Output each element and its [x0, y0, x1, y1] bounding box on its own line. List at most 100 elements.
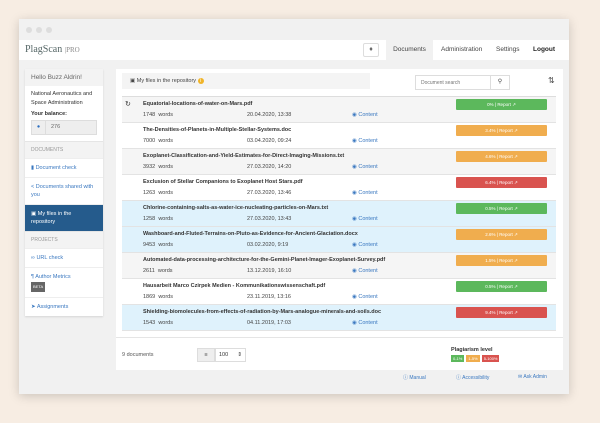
- greeting: Hello Buzz Aldrin!: [25, 69, 103, 86]
- sidebar-item-my-files[interactable]: ▣ My files in the repository: [25, 204, 103, 231]
- table-row[interactable]: Exclusion of Stellar Companions to Exopl…: [122, 175, 556, 201]
- sidebar-item-document-check[interactable]: ▮ Document check: [25, 158, 103, 177]
- external-link-icon: ↗: [513, 232, 518, 237]
- content-link[interactable]: ◉ Content: [352, 164, 378, 170]
- plagiarism-score: 4.6%: [485, 154, 496, 159]
- sidebar-item-label: URL check: [36, 255, 64, 261]
- external-link-icon: ↗: [513, 128, 518, 133]
- document-name[interactable]: Exoplanet-Classification-and-Yield-Estim…: [143, 153, 344, 159]
- sidebar-item-url-check[interactable]: ∞ URL check: [25, 248, 103, 267]
- sidebar-item-author-metrics[interactable]: ¶ Author Metrics BETA: [25, 267, 103, 297]
- table-row[interactable]: Automated-data-processing-architecture-f…: [122, 253, 556, 279]
- close-dot[interactable]: [26, 27, 32, 33]
- content-link[interactable]: ◉ Content: [352, 138, 378, 144]
- report-button[interactable]: 9.4% | Report ↗: [456, 307, 547, 318]
- list-footer: 9 documents ≡ 100 ⇕ Plagiarism level 0-1% 1…: [116, 337, 563, 362]
- eye-icon: ◉: [352, 216, 357, 222]
- word-count: 7000 words: [143, 138, 173, 144]
- sort-icon[interactable]: ⇅: [548, 76, 555, 85]
- table-row[interactable]: ↻ Equatorial-locations-of-water-on-Mars.p…: [122, 97, 556, 123]
- nav-settings[interactable]: Settings: [490, 40, 526, 60]
- document-name[interactable]: Automated-data-processing-architecture-f…: [143, 257, 385, 263]
- logo[interactable]: PlagScan |PRO: [25, 44, 80, 55]
- content-link[interactable]: ◉ Content: [352, 190, 378, 196]
- table-row[interactable]: Exoplanet-Classification-and-Yield-Estim…: [122, 149, 556, 175]
- nav-documents[interactable]: Documents: [386, 40, 433, 60]
- external-link-icon: ↗: [512, 102, 516, 107]
- balance-box: ● 276: [31, 120, 97, 135]
- nav-administration[interactable]: Administration: [435, 40, 488, 60]
- report-button[interactable]: 6.4% | Report ↗: [456, 177, 547, 188]
- sidebar-item-assignments[interactable]: ➤ Assignments: [25, 297, 103, 316]
- word-count: 3932 words: [143, 164, 173, 170]
- report-button[interactable]: 0.5% | Report ↗: [456, 203, 547, 214]
- legend-green: 0-1%: [451, 355, 465, 362]
- plagiarism-score: 6.4%: [485, 180, 496, 185]
- info-icon[interactable]: i: [197, 78, 204, 84]
- document-name[interactable]: Exclusion of Stellar Companions to Exopl…: [143, 179, 303, 185]
- beta-badge: BETA: [31, 282, 46, 292]
- content-label: Content: [358, 112, 378, 118]
- report-button[interactable]: 4.6% | Report ↗: [456, 151, 547, 162]
- words-label: words: [158, 190, 173, 196]
- word-count-value: 1543: [143, 320, 156, 326]
- report-button[interactable]: 3.4% | Report ↗: [456, 125, 547, 136]
- report-button[interactable]: 0.5% | Report ↗: [456, 281, 547, 292]
- report-label: Report: [499, 258, 513, 263]
- words-label: words: [158, 138, 173, 144]
- per-page-select[interactable]: 100 ⇕: [215, 348, 246, 362]
- report-label: Report: [497, 102, 511, 107]
- logo-text: PlagScan: [25, 44, 63, 55]
- words-label: words: [158, 216, 173, 222]
- table-row[interactable]: Washboard-and-Fluted-Terrains-on-Pluto-a…: [122, 227, 556, 253]
- reload-icon[interactable]: ↻: [125, 100, 131, 108]
- balance-label: Your balance:: [31, 111, 67, 117]
- content-link[interactable]: ◉ Content: [352, 294, 378, 300]
- ask-admin-link[interactable]: ✉ Ask Admin: [518, 374, 547, 380]
- search-box: ⚲: [415, 75, 510, 90]
- content-link[interactable]: ◉ Content: [352, 320, 378, 326]
- search-input[interactable]: [416, 76, 490, 89]
- report-button[interactable]: 0% | Report ↗: [456, 99, 547, 110]
- legend-orange: 1-5%: [466, 355, 480, 362]
- document-date: 27.03.2020, 14:20: [247, 164, 292, 170]
- document-name[interactable]: The-Densities-of-Planets-in-Multiple-Ste…: [143, 127, 291, 133]
- eye-icon: ◉: [352, 112, 357, 118]
- nav-logout[interactable]: Logout: [527, 40, 561, 60]
- table-row[interactable]: The-Densities-of-Planets-in-Multiple-Ste…: [122, 123, 556, 149]
- document-name[interactable]: Shielding-biomolecules-from-effects-of-r…: [143, 309, 381, 315]
- document-name[interactable]: Equatorial-locations-of-water-on-Mars.pd…: [143, 101, 252, 107]
- content-label: Content: [358, 190, 378, 196]
- words-label: words: [158, 320, 173, 326]
- document-name[interactable]: Washboard-and-Fluted-Terrains-on-Pluto-a…: [143, 231, 358, 237]
- section-projects: PROJECTS: [25, 231, 103, 248]
- bell-icon[interactable]: ♦: [363, 43, 379, 57]
- table-row[interactable]: Hausarbeit Marco Czirpek Medien - Kommun…: [122, 279, 556, 305]
- document-name[interactable]: Chlorine-containing-salts-as-water-ice-n…: [143, 205, 328, 211]
- word-count: 1263 words: [143, 190, 173, 196]
- document-name[interactable]: Hausarbeit Marco Czirpek Medien - Kommun…: [143, 283, 325, 289]
- report-button[interactable]: 2.6% | Report ↗: [456, 229, 547, 240]
- eye-icon: ◉: [352, 320, 357, 326]
- plagiarism-score: 0.5%: [485, 206, 496, 211]
- eye-icon: ◉: [352, 294, 357, 300]
- accessibility-link[interactable]: ⓘ Accessibility: [456, 374, 489, 381]
- sidebar-item-shared[interactable]: < Documents shared with you: [25, 177, 103, 204]
- report-label: Report: [499, 232, 513, 237]
- maximize-dot[interactable]: [46, 27, 52, 33]
- content-link[interactable]: ◉ Content: [352, 242, 378, 248]
- document-date: 27.03.2020, 13:46: [247, 190, 292, 196]
- minimize-dot[interactable]: [36, 27, 42, 33]
- manual-link[interactable]: ⓘ Manual: [403, 374, 426, 381]
- search-icon[interactable]: ⚲: [490, 76, 509, 89]
- content-link[interactable]: ◉ Content: [352, 216, 378, 222]
- table-row[interactable]: Shielding-biomolecules-from-effects-of-r…: [122, 305, 556, 331]
- report-button[interactable]: 1.5% | Report ↗: [456, 255, 547, 266]
- content-link[interactable]: ◉ Content: [352, 268, 378, 274]
- section-documents: DOCUMENTS: [25, 141, 103, 158]
- words-label: words: [158, 112, 173, 118]
- top-header: PlagScan |PRO ♦ Documents Administration…: [19, 40, 569, 60]
- table-row[interactable]: Chlorine-containing-salts-as-water-ice-n…: [122, 201, 556, 227]
- content-link[interactable]: ◉ Content: [352, 112, 378, 118]
- breadcrumb-label: My files in the repository: [136, 78, 197, 84]
